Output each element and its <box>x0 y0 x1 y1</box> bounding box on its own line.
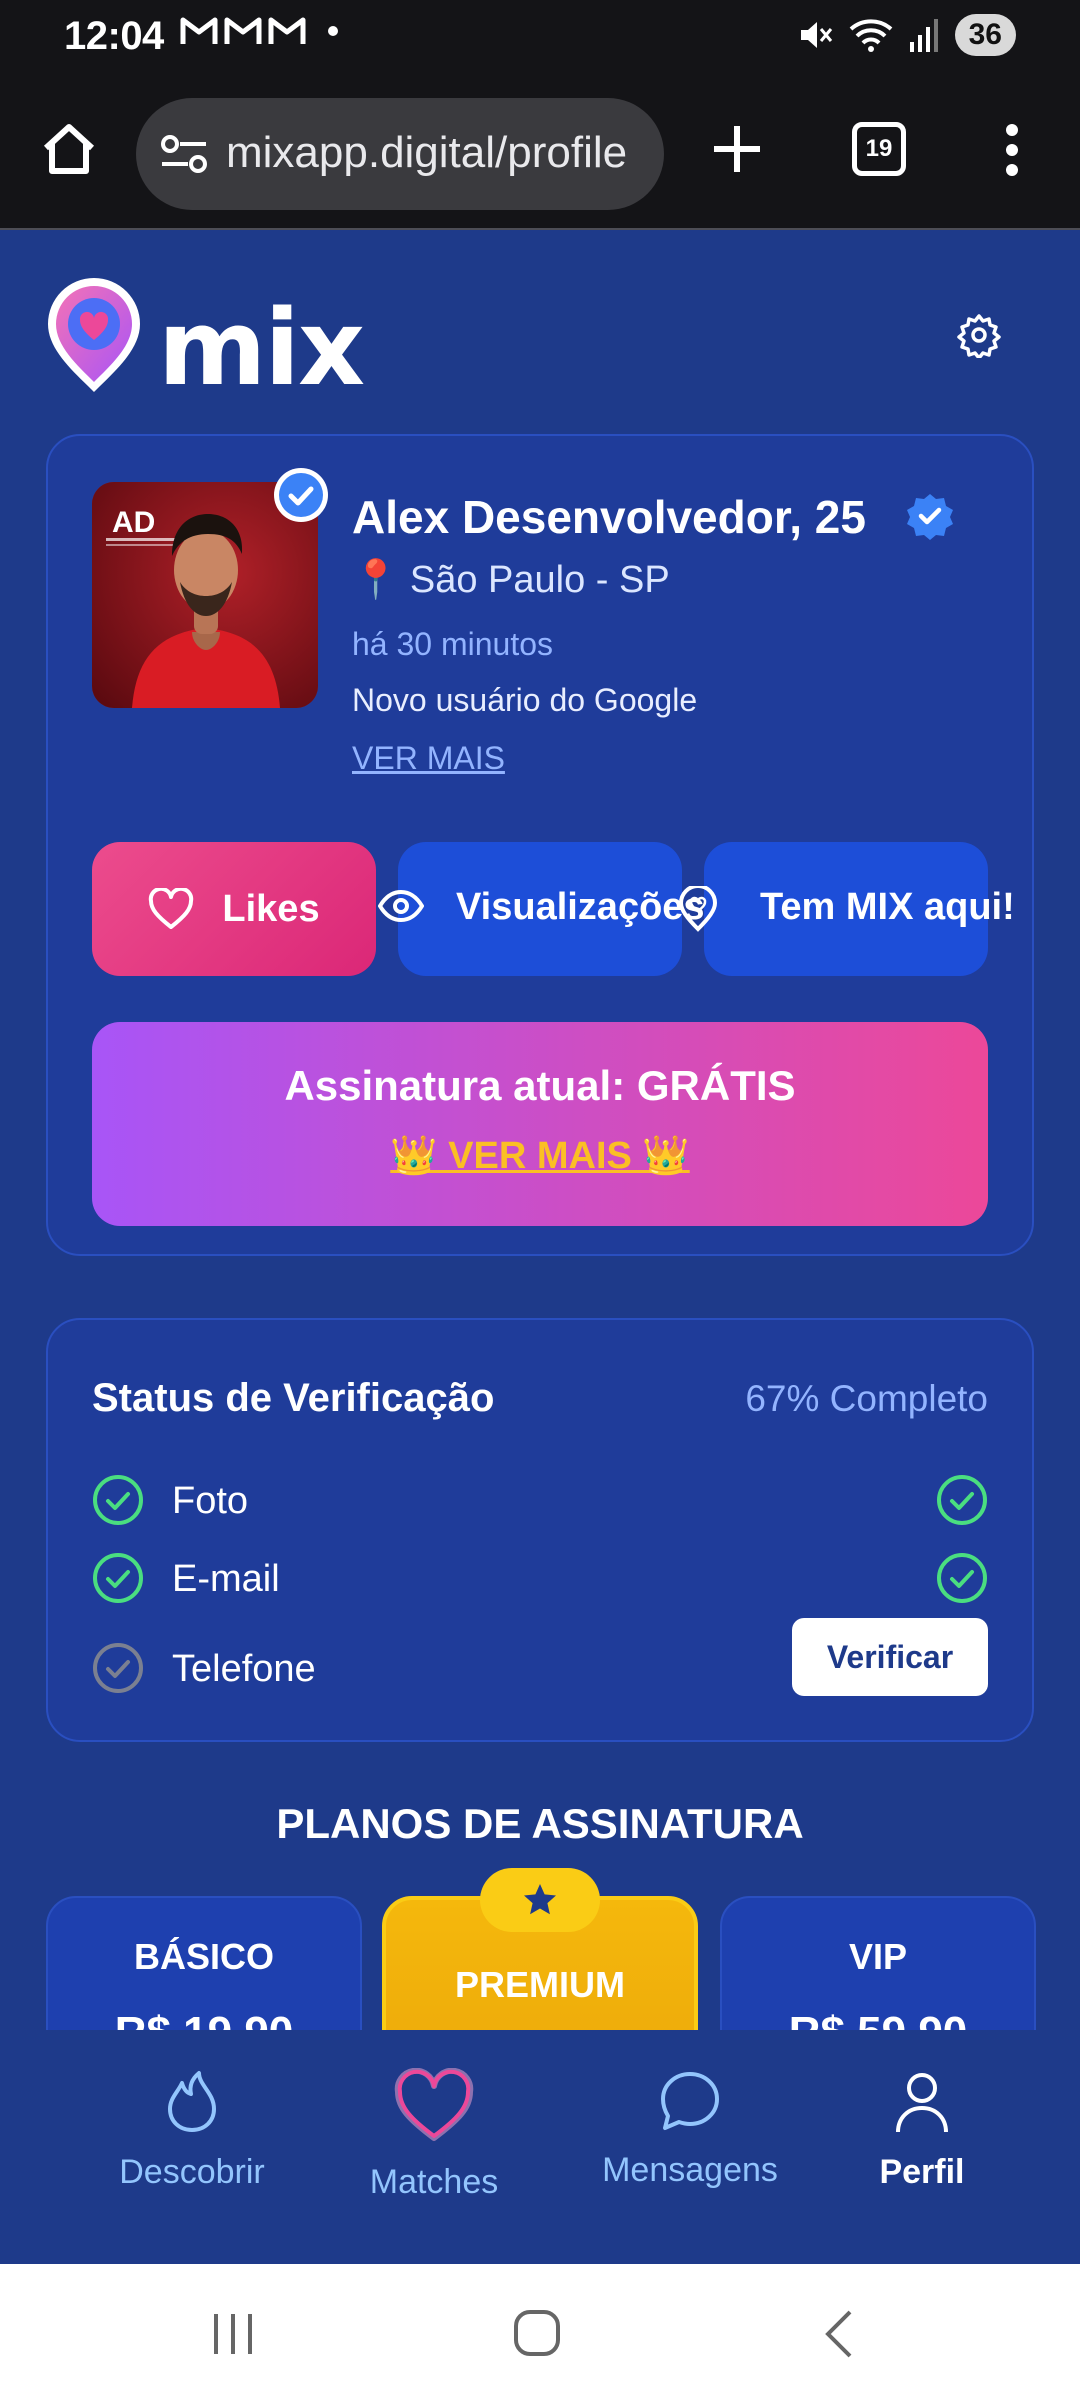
eye-icon <box>378 889 424 923</box>
settings-gear-icon[interactable] <box>956 312 1002 358</box>
tab-switcher-button[interactable]: 19 <box>852 122 906 176</box>
user-icon <box>896 2073 948 2133</box>
plans-title: PLANOS DE ASSINATURA <box>276 1800 804 1847</box>
location-heart-icon <box>678 886 718 932</box>
profile-card: AD Alex Desenvolvedor, 25 📍 São Paulo - … <box>46 434 1034 1256</box>
verification-item-phone: Telefone Verificar <box>92 1618 988 1698</box>
site-settings-icon[interactable] <box>160 132 208 176</box>
check-circle-icon <box>937 1553 987 1603</box>
check-circle-icon <box>93 1553 143 1603</box>
gmail-icon <box>180 17 218 44</box>
nav-tab-discover[interactable]: Descobrir <box>82 2070 302 2192</box>
likes-label: Likes <box>222 887 320 930</box>
logo-wordmark: mix <box>158 287 365 409</box>
profile-note: Novo usuário do Google <box>352 682 698 718</box>
plan-card-vip[interactable]: VIP R$ 59,90 <box>720 1896 1036 2032</box>
more-notifications-dot <box>328 26 338 36</box>
browser-toolbar: mixapp.digital/profile 19 <box>0 78 1080 230</box>
star-icon <box>524 1884 556 1915</box>
mix-here-button[interactable]: Tem MIX aqui! <box>678 842 1015 976</box>
gmail-icon <box>224 17 262 44</box>
plan-card-basic[interactable]: BÁSICO R$ 19,90 <box>46 1896 362 2032</box>
url-text: mixapp.digital/profile <box>226 128 628 177</box>
system-status-bar: 12:04 36 <box>0 0 1080 78</box>
plan-price: R$ 59,90 <box>722 2008 1034 2032</box>
verification-item-label: Telefone <box>172 1648 316 1690</box>
bottom-navigation: Descobrir Matches Mensagens Perfil <box>0 2030 1080 2264</box>
status-time: 12:04 <box>64 14 164 58</box>
nav-label: Perfil <box>879 2153 965 2191</box>
photo-verified-badge-icon <box>274 468 328 522</box>
nav-tab-matches[interactable]: Matches <box>324 2067 544 2202</box>
url-bar[interactable]: mixapp.digital/profile <box>136 98 664 210</box>
heart-icon <box>394 2067 474 2141</box>
battery-level: 36 <box>954 14 1016 56</box>
verified-badge-icon <box>907 494 953 540</box>
mix-here-label: Tem MIX aqui! <box>760 886 1015 928</box>
home-icon[interactable] <box>38 118 100 180</box>
mute-icon <box>800 22 832 48</box>
verification-progress: 67% Completo <box>745 1378 988 1419</box>
verification-item-email: E-mail <box>92 1548 988 1608</box>
gmail-icon <box>268 17 306 44</box>
system-navigation-bar <box>0 2264 1080 2400</box>
check-circle-icon <box>937 1475 987 1525</box>
verification-item-label: E-mail <box>172 1558 280 1600</box>
notification-icons <box>180 16 338 46</box>
views-button[interactable]: Visualizações <box>378 842 705 976</box>
featured-plan-badge <box>480 1868 600 1932</box>
svg-text:AD: AD <box>112 506 155 539</box>
recent-apps-icon[interactable] <box>210 2312 256 2356</box>
plan-price: R$ 19,90 <box>48 2008 360 2032</box>
subscription-title: Assinatura atual: GRÁTIS <box>284 1062 796 1109</box>
plan-name: BÁSICO <box>133 1936 274 1977</box>
verification-title: Status de Verificação <box>92 1376 495 1420</box>
nav-label: Mensagens <box>602 2151 778 2189</box>
verification-status-card: Status de Verificação 67% Completo Foto … <box>46 1318 1034 1742</box>
check-circle-icon <box>93 1475 143 1525</box>
app-logo: mix <box>44 276 365 400</box>
plan-name: PREMIUM <box>455 1964 625 2005</box>
chat-bubble-icon <box>661 2072 719 2130</box>
signal-icon <box>909 19 938 52</box>
new-tab-icon[interactable] <box>708 120 766 178</box>
likes-button[interactable]: Likes <box>92 842 376 976</box>
flame-icon <box>168 2071 216 2132</box>
nav-label: Matches <box>369 2163 499 2201</box>
nav-tab-messages[interactable]: Mensagens <box>580 2070 800 2190</box>
views-label: Visualizações <box>456 886 705 928</box>
profile-location: 📍 São Paulo - SP <box>352 558 670 602</box>
verification-item-label: Foto <box>172 1480 249 1522</box>
profile-see-more-link[interactable]: VER MAIS <box>352 740 505 777</box>
home-button-icon[interactable] <box>512 2308 562 2358</box>
wifi-icon <box>849 19 892 52</box>
plan-name: VIP <box>848 1936 908 1977</box>
location-text: São Paulo - SP <box>409 559 670 601</box>
location-pin-icon: 📍 <box>352 559 400 601</box>
overflow-menu-icon[interactable] <box>1000 122 1024 178</box>
last-seen: há 30 minutos <box>352 626 554 662</box>
heart-pin-logo-icon <box>48 278 140 392</box>
verify-phone-button[interactable]: Verificar <box>792 1618 988 1696</box>
nav-tab-profile[interactable]: Perfil <box>812 2070 1032 2192</box>
verification-item-photo: Foto <box>92 1470 988 1530</box>
heart-outline-icon <box>149 888 194 929</box>
check-circle-gray-icon <box>93 1643 143 1693</box>
app-content: mix AD Alex Desenvolvedor, 25 📍 São Paul… <box>0 232 1080 2032</box>
profile-name-age: Alex Desenvolvedor, 25 <box>352 491 866 543</box>
back-icon[interactable] <box>822 2308 856 2360</box>
subscription-banner[interactable]: Assinatura atual: GRÁTIS 👑 VER MAIS 👑 <box>92 1022 988 1226</box>
subscription-see-more-link[interactable]: 👑 VER MAIS 👑 <box>92 1134 988 1178</box>
nav-label: Descobrir <box>119 2153 265 2191</box>
